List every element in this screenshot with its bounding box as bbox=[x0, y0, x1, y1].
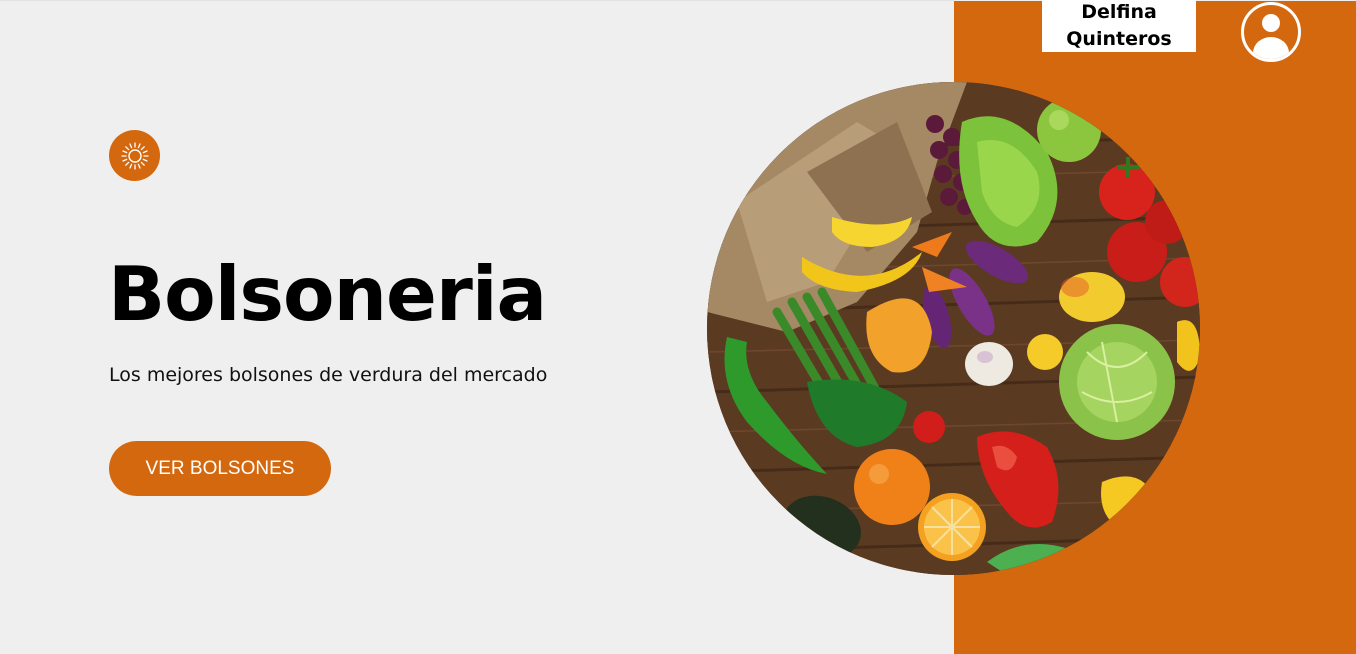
user-first-name: Delfina bbox=[1081, 1, 1157, 23]
page-title: Bolsoneria bbox=[108, 250, 547, 338]
user-name-card[interactable]: Delfina Quinteros bbox=[1042, 0, 1196, 52]
sun-icon bbox=[109, 130, 160, 181]
page-subtitle: Los mejores bolsones de verdura del merc… bbox=[109, 364, 548, 386]
vegetables-photo bbox=[707, 82, 1200, 575]
landing-page: Delfina Quinteros Bolsoneria Los mejores… bbox=[0, 0, 1356, 654]
top-border bbox=[0, 0, 954, 1]
view-bags-button[interactable]: VER BOLSONES bbox=[109, 441, 331, 496]
user-circle-icon[interactable] bbox=[1240, 1, 1302, 63]
user-last-name: Quinteros bbox=[1066, 28, 1172, 50]
